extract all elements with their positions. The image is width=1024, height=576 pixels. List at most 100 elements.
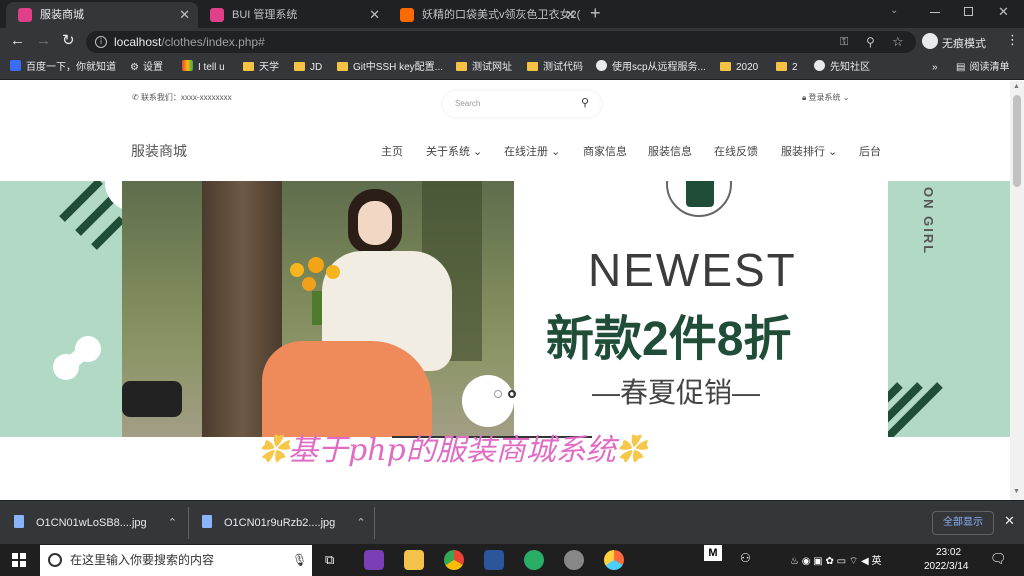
bookmark-folder[interactable]: 2 bbox=[776, 60, 798, 76]
site-brand[interactable]: 服装商城 bbox=[131, 141, 187, 161]
clock-date[interactable]: 2022/3/14 bbox=[924, 561, 969, 572]
chrome-icon[interactable] bbox=[444, 550, 464, 570]
tab-product-page[interactable]: 妖精的口袋美式v领灰色卫衣女2( ✕ bbox=[388, 2, 584, 28]
reading-list-icon: ▤ bbox=[956, 62, 966, 73]
tab-title: 妖精的口袋美式v领灰色卫衣女2( bbox=[422, 9, 581, 21]
show-all-button[interactable]: 全部显示 bbox=[932, 511, 994, 535]
menu-icon[interactable]: ⋮ bbox=[1006, 33, 1019, 47]
reload-icon[interactable]: ↻ bbox=[62, 31, 75, 49]
nav-feedback[interactable]: 在线反馈 bbox=[714, 143, 758, 159]
download-item[interactable]: O1CN01r9uRzb2....jpg ⌃ bbox=[202, 510, 366, 536]
logo-circle bbox=[666, 181, 732, 217]
nav-home[interactable]: 主页 bbox=[381, 143, 403, 159]
download-shelf: O1CN01wLoSB8....jpg ⌃ O1CN01r9uRzb2....j… bbox=[0, 500, 1024, 544]
model-boot bbox=[122, 381, 182, 417]
notification-icon[interactable]: 🗨︎ bbox=[990, 551, 1007, 567]
site-info-icon[interactable]: i bbox=[95, 36, 107, 48]
chevron-up-icon[interactable]: ⌃ bbox=[356, 517, 365, 529]
forward-icon[interactable]: → bbox=[36, 32, 51, 49]
address-bar[interactable]: i localhost/clothes/index.php# ⚿ ⚲ ☆ bbox=[86, 31, 916, 53]
bookmark-folder[interactable]: 测试代码 bbox=[527, 60, 583, 76]
browser-toolbar: ← → ↻ i localhost/clothes/index.php# ⚿ ⚲… bbox=[0, 28, 1024, 56]
login-menu[interactable]: 🔒︎ 登录系统 ⌄ bbox=[802, 92, 849, 103]
contact-text: 联系我们：xxxx-xxxxxxxx bbox=[140, 93, 232, 102]
close-tab-icon[interactable]: ✕ bbox=[565, 2, 576, 28]
app-icon[interactable] bbox=[564, 550, 584, 570]
caption-text: 基于php的服装商城系统 bbox=[288, 433, 616, 468]
gear-icon: ⚙ bbox=[130, 62, 139, 73]
more-bookmarks-button[interactable]: » bbox=[932, 60, 938, 76]
zoom-icon[interactable]: ⚲ bbox=[866, 31, 875, 53]
file-explorer-icon[interactable] bbox=[404, 550, 424, 570]
tab-clothing-store[interactable]: 服装商城 ✕ bbox=[6, 2, 198, 28]
microphone-icon[interactable]: 🎙︎ bbox=[292, 545, 307, 576]
scrollbar-thumb[interactable] bbox=[1013, 95, 1021, 187]
flower-icon: ✿ bbox=[258, 433, 288, 468]
app-m-icon[interactable]: M bbox=[704, 545, 722, 561]
download-filename: O1CN01r9uRzb2....jpg bbox=[224, 517, 336, 529]
people-icon[interactable]: ⚇ bbox=[740, 551, 751, 565]
bookmark-baidu[interactable]: 百度一下，你就知道 bbox=[10, 60, 116, 76]
headline-en: NEWEST bbox=[588, 244, 797, 296]
scroll-up-icon[interactable]: ▲ bbox=[1013, 83, 1020, 90]
bookmark-settings[interactable]: ⚙ 设置 bbox=[130, 60, 163, 76]
windows-start-icon[interactable] bbox=[12, 553, 26, 567]
clock-time[interactable]: 23:02 bbox=[936, 547, 961, 558]
tab-bui-admin[interactable]: BUI 管理系统 ✕ bbox=[198, 2, 388, 28]
sunflower-bouquet bbox=[290, 257, 350, 327]
bookmark-label: 测试网址 bbox=[472, 62, 512, 73]
back-icon[interactable]: ← bbox=[10, 32, 25, 49]
bookmark-label: I tell u bbox=[198, 62, 225, 73]
cortana-icon bbox=[48, 553, 62, 567]
reading-list-button[interactable]: ▤ 阅读清单 bbox=[956, 60, 1009, 76]
carousel-dot-2[interactable] bbox=[508, 390, 516, 398]
close-shelf-icon[interactable]: ✕ bbox=[1004, 513, 1015, 529]
taobao-favicon-icon bbox=[400, 8, 414, 22]
vertical-scrollbar[interactable]: ▲ ▼ bbox=[1010, 81, 1024, 500]
bookmark-star-icon[interactable]: ☆ bbox=[892, 31, 904, 53]
bookmark-folder[interactable]: 天学 bbox=[243, 60, 279, 76]
incognito-label[interactable]: 无痕模式 bbox=[942, 35, 986, 51]
scroll-down-icon[interactable]: ▼ bbox=[1013, 488, 1020, 495]
wechat-icon[interactable] bbox=[524, 550, 544, 570]
bookmark-xianzhi[interactable]: 先知社区 bbox=[814, 60, 870, 76]
chevron-up-icon[interactable]: ⌃ bbox=[168, 517, 177, 529]
tab-search-icon[interactable]: ⌄ bbox=[890, 5, 898, 16]
minimize-icon[interactable] bbox=[930, 12, 940, 13]
nav-about[interactable]: 关于系统 ⌄ bbox=[426, 143, 482, 159]
app-icon[interactable] bbox=[604, 550, 624, 570]
close-tab-icon[interactable]: ✕ bbox=[179, 2, 190, 28]
nav-admin[interactable]: 后台 bbox=[859, 143, 881, 159]
divider bbox=[188, 507, 189, 539]
bookmark-scp[interactable]: 使用scp从远程服务... bbox=[596, 60, 706, 76]
bookmark-folder[interactable]: JD bbox=[294, 60, 322, 76]
baidu-icon bbox=[10, 60, 21, 71]
nav-merchants[interactable]: 商家信息 bbox=[583, 143, 627, 159]
bookmark-itellu[interactable]: I tell u bbox=[182, 60, 225, 76]
nav-ranking[interactable]: 服装排行 ⌄ bbox=[781, 143, 837, 159]
restore-icon[interactable] bbox=[964, 7, 973, 16]
overlay-caption: ✿基于php的服装商城系统✿ bbox=[258, 425, 646, 469]
task-view-icon[interactable]: ⧉ bbox=[325, 552, 334, 568]
close-window-icon[interactable]: ✕ bbox=[998, 4, 1009, 20]
close-tab-icon[interactable]: ✕ bbox=[369, 2, 380, 28]
bookmark-label: 2 bbox=[792, 62, 798, 73]
bookmark-folder[interactable]: 2020 bbox=[720, 60, 758, 76]
nav-clothing[interactable]: 服装信息 bbox=[648, 143, 692, 159]
hero-carousel[interactable]: NEWEST 新款2件8折 —春夏促销— ON GIRL bbox=[0, 181, 1010, 437]
site-favicon-icon bbox=[18, 8, 32, 22]
taskbar-search[interactable]: 在这里输入你要搜索的内容 🎙︎ bbox=[40, 545, 312, 576]
download-item[interactable]: O1CN01wLoSB8....jpg ⌃ bbox=[14, 510, 177, 536]
phpstorm-icon[interactable] bbox=[364, 550, 384, 570]
new-tab-icon[interactable]: + bbox=[590, 3, 601, 23]
carousel-dot-1[interactable] bbox=[494, 390, 502, 398]
word-icon[interactable] bbox=[484, 550, 504, 570]
bookmark-folder[interactable]: Git中SSH key配置... bbox=[337, 60, 443, 76]
bookmark-folder[interactable]: 测试网址 bbox=[456, 60, 512, 76]
search-icon[interactable]: ⚲ bbox=[581, 96, 589, 109]
nav-register[interactable]: 在线注册 ⌄ bbox=[504, 143, 560, 159]
tray-icons[interactable]: ♨ ◉ ▣ ✿ ▭ ⌔ ◀ 英 bbox=[790, 552, 882, 568]
key-icon[interactable]: ⚿ bbox=[840, 31, 848, 53]
search-input[interactable]: Search bbox=[455, 99, 480, 108]
search-box[interactable]: Search ⚲ bbox=[443, 91, 601, 117]
